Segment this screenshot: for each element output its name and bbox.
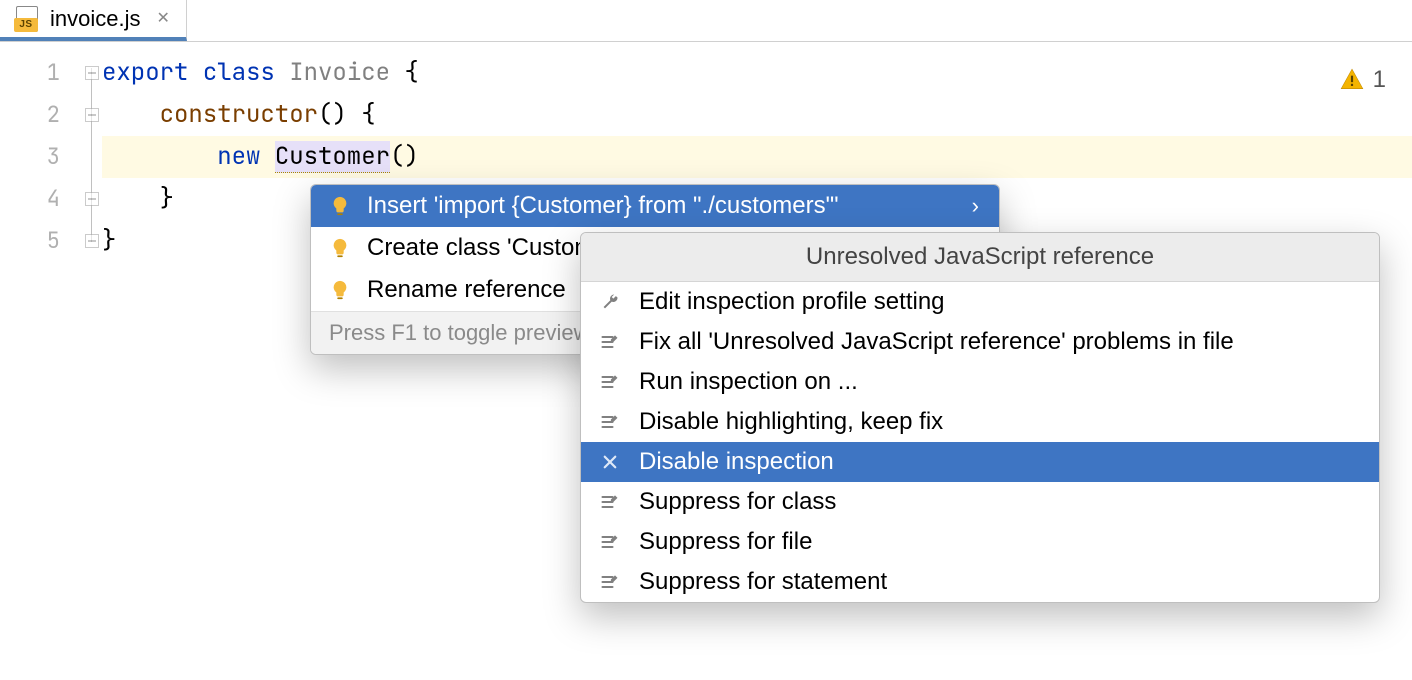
submenu-item[interactable]: Suppress for class — [581, 482, 1379, 522]
unresolved-reference[interactable]: Customer — [275, 141, 390, 173]
code-line-active: new Customer() — [102, 136, 1412, 178]
submenu-item[interactable]: Fix all 'Unresolved JavaScript reference… — [581, 322, 1379, 362]
fold-handle[interactable] — [82, 178, 102, 220]
submenu-label: Disable inspection — [639, 448, 834, 476]
js-file-icon: JS — [14, 6, 40, 32]
submenu-item[interactable]: Disable inspection — [581, 442, 1379, 482]
submenu-item[interactable]: Suppress for statement — [581, 562, 1379, 602]
warning-count: 1 — [1373, 66, 1386, 94]
line-number: 2 — [0, 94, 60, 136]
fold-handle[interactable] — [82, 94, 102, 136]
submenu-label: Suppress for file — [639, 528, 812, 556]
x-icon — [599, 451, 621, 473]
wrench-icon — [599, 291, 621, 313]
submenu-item[interactable]: Suppress for file — [581, 522, 1379, 562]
submenu-label: Suppress for class — [639, 488, 836, 516]
lightbulb-icon — [329, 279, 351, 301]
tab-filename: invoice.js — [50, 6, 140, 32]
submenu-label: Fix all 'Unresolved JavaScript reference… — [639, 328, 1234, 356]
lines-icon — [599, 491, 621, 513]
submenu-item[interactable]: Disable highlighting, keep fix — [581, 402, 1379, 442]
submenu-title: Unresolved JavaScript reference — [581, 233, 1379, 282]
fold-handle[interactable] — [82, 52, 102, 94]
code-line: constructor() { — [102, 94, 1412, 136]
tab-bar: JS invoice.js ✕ — [0, 0, 1412, 42]
submenu-item[interactable]: Run inspection on ... — [581, 362, 1379, 402]
lines-icon — [599, 411, 621, 433]
lines-icon — [599, 531, 621, 553]
close-tab-icon[interactable]: ✕ — [156, 11, 169, 27]
line-gutter: 1 2 3 4 5 — [0, 42, 82, 262]
line-number: 4 — [0, 178, 60, 220]
chevron-right-icon: › — [972, 193, 979, 219]
lines-icon — [599, 331, 621, 353]
lines-icon — [599, 371, 621, 393]
submenu-label: Edit inspection profile setting — [639, 288, 945, 316]
submenu-label: Disable highlighting, keep fix — [639, 408, 943, 436]
intention-item[interactable]: Insert 'import {Customer} from "./custom… — [311, 185, 999, 227]
submenu-label: Run inspection on ... — [639, 368, 858, 396]
tab-invoice[interactable]: JS invoice.js ✕ — [0, 0, 187, 41]
fold-handle[interactable] — [82, 220, 102, 262]
submenu-item[interactable]: Edit inspection profile setting — [581, 282, 1379, 322]
lightbulb-icon — [329, 195, 351, 217]
intention-label: Insert 'import {Customer} from "./custom… — [367, 192, 956, 220]
lines-icon — [599, 571, 621, 593]
submenu-label: Suppress for statement — [639, 568, 887, 596]
line-number: 5 — [0, 220, 60, 262]
inspection-submenu: Unresolved JavaScript reference Edit ins… — [580, 232, 1380, 603]
code-line: export class Invoice { — [102, 52, 1412, 94]
lightbulb-icon — [329, 237, 351, 259]
line-number: 1 — [0, 52, 60, 94]
warning-icon — [1339, 67, 1365, 93]
inspection-warning-badge[interactable]: 1 — [1339, 66, 1386, 94]
fold-column — [82, 42, 102, 262]
line-number: 3 — [0, 136, 60, 178]
